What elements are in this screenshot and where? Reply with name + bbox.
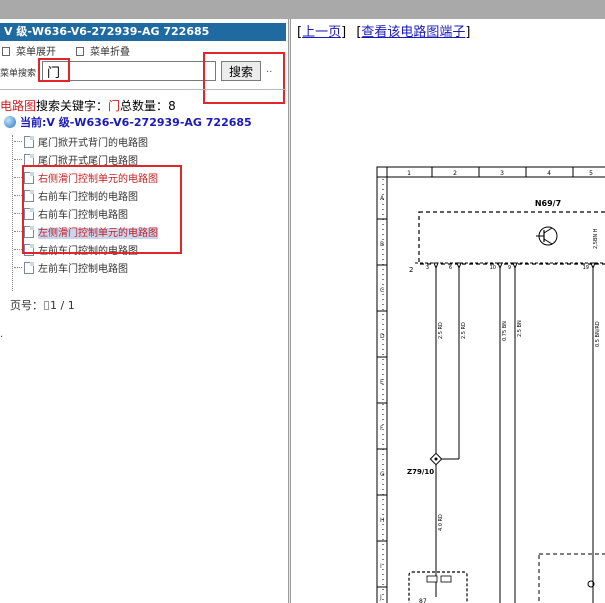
pin-label: 19 (583, 265, 589, 271)
row-label: F (380, 425, 384, 432)
col-label: 3 (500, 170, 504, 177)
pin-marker (433, 262, 439, 270)
pin-marker (497, 262, 503, 270)
col-label: 4 (547, 170, 551, 177)
row-label: A (380, 195, 385, 202)
wire-label: 2.5 RD (438, 322, 444, 339)
top-bar (0, 0, 605, 19)
document-icon (24, 262, 34, 274)
wire-label: 2.5 RD (461, 322, 467, 339)
col-label: 5 (589, 170, 593, 177)
col-label: 1 (407, 170, 411, 177)
wire-label: 0.75 BN (502, 321, 508, 341)
wire-label: 2.5 BN (517, 320, 523, 337)
side-label: 2,5BN H (593, 228, 599, 249)
right-panel: [上一页] [查看该电路图端子] 1 2 3 4 5 A B C D E F G… (291, 19, 605, 603)
globe-icon (4, 116, 16, 128)
page-number: 页号： 1 / 1 (10, 299, 75, 312)
tree-line (12, 135, 13, 291)
collapse-icon (76, 47, 84, 56)
component-label: N69/7 (535, 199, 561, 208)
search-summary: 电路图搜索关键字：门总数量：8 (0, 99, 176, 113)
panel-title: V 级-W636-V6-272939-AG 722685 (0, 23, 286, 41)
page-box-icon (44, 301, 49, 310)
pin-marker (512, 262, 518, 270)
menu-collapse-button[interactable]: 菜单折叠 (76, 43, 130, 58)
left-panel: V 级-W636-V6-272939-AG 722685 菜单展开 菜单折叠 菜… (0, 19, 288, 603)
connector-label: Z79/10 (407, 468, 434, 476)
bottom-connector (408, 571, 468, 603)
wire-label: 4.0 RD (438, 514, 444, 531)
pin-label: 9 (508, 265, 511, 271)
pin-label: 3 (426, 265, 429, 271)
row-label: I (380, 563, 382, 570)
list-item[interactable]: 左前车门控制电路图 (14, 260, 128, 278)
search-button-highlight (203, 52, 285, 104)
component-box (418, 211, 605, 265)
diagram-frame (376, 166, 605, 603)
circuit-diagram[interactable]: 1 2 3 4 5 A B C D E F G H I J N69/7 2,5B… (291, 19, 605, 603)
results-highlight (22, 165, 182, 254)
pin-label: 6 (449, 265, 452, 271)
pin-marker (590, 262, 596, 270)
menu-expand-button[interactable]: 菜单展开 (2, 43, 56, 58)
pin-marker (456, 262, 462, 270)
wire-label: 0.5 BN/RD (595, 321, 601, 347)
search-label: 菜单搜索 (0, 69, 37, 79)
row-label: J (379, 594, 382, 601)
document-icon (24, 136, 34, 148)
second-component-box (538, 553, 605, 603)
current-vehicle[interactable]: 当前:V 级-W636-V6-272939-AG 722685 (4, 114, 252, 130)
row-label: H (380, 517, 385, 524)
row-label: B (380, 241, 384, 248)
search-input-highlight (38, 58, 70, 82)
expand-icon (2, 47, 10, 56)
row-label: C (380, 287, 384, 294)
tiny-mark: . (0, 329, 4, 340)
separator (0, 89, 286, 90)
col-label: 2 (453, 170, 457, 177)
connector-number: 2 (409, 266, 413, 274)
pin-label: 10 (490, 265, 496, 271)
bottom-label: 87 (419, 598, 427, 603)
list-item[interactable]: 尾门掀开式背门的电路图 (14, 134, 148, 152)
